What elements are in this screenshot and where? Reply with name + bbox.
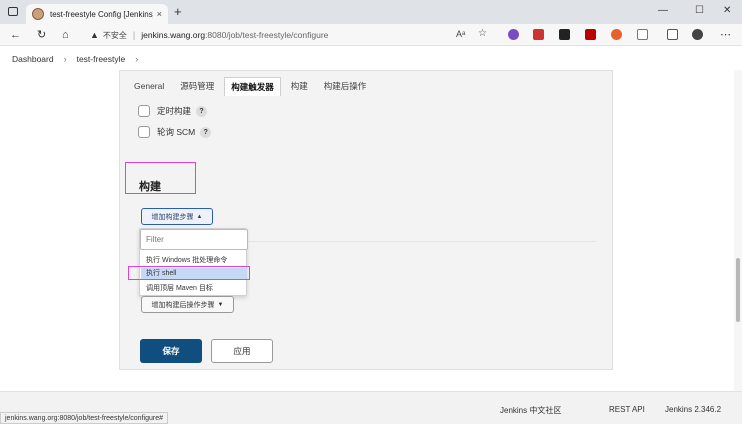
read-aloud-icon[interactable]: Aᵃ — [456, 29, 465, 39]
footer-rest-api-link[interactable]: REST API — [609, 405, 645, 414]
cron-checkbox[interactable] — [138, 105, 150, 117]
insecure-label: 不安全 — [102, 30, 127, 40]
cron-label: 定时构建 — [157, 106, 192, 116]
warning-icon[interactable]: ▲ — [90, 30, 99, 40]
option-windows-batch[interactable]: 执行 Windows 批处理命令 — [146, 255, 227, 265]
help-icon[interactable]: ? — [200, 126, 212, 138]
more-menu-icon[interactable]: ⋯ — [720, 28, 731, 42]
url-separator: | — [132, 30, 136, 40]
profile-avatar[interactable] — [692, 29, 703, 40]
caret-up-icon: ▲ — [196, 213, 203, 220]
tab-build[interactable]: 构建 — [285, 77, 314, 95]
breadcrumb-separator-icon: › — [63, 54, 67, 64]
tab-close-icon[interactable]: × — [157, 9, 162, 19]
trigger-scm-row: 轮询 SCM ? — [138, 126, 212, 138]
breadcrumb-separator-icon: › — [135, 54, 139, 64]
minimize-icon[interactable]: — — [658, 5, 668, 17]
poll-scm-checkbox[interactable] — [138, 126, 150, 138]
breadcrumb-dashboard[interactable]: Dashboard — [12, 54, 54, 64]
trigger-cron-row: 定时构建 ? — [138, 105, 208, 117]
save-button[interactable]: 保存 — [140, 339, 202, 363]
address-bar: ← ↻ ⌂ ▲ 不安全 | jenkins.wang.org:8080/job/… — [0, 24, 742, 46]
shield-ext-icon[interactable] — [508, 29, 519, 40]
grammarly-ext-icon[interactable] — [611, 29, 622, 40]
close-window-icon[interactable]: ✕ — [723, 5, 731, 17]
build-step-dropdown: 执行 Windows 批处理命令 执行 shell 调用顶层 Maven 目标 — [139, 228, 248, 296]
footer-community-link[interactable]: Jenkins 中文社区 — [500, 405, 561, 416]
scrollbar-thumb[interactable] — [736, 258, 740, 322]
page-body: General 源码管理 构建触发器 构建 构建后操作 — [0, 70, 742, 390]
add-build-step-button[interactable]: 增加构建步骤 ▲ — [141, 208, 213, 225]
tab-post-build[interactable]: 构建后操作 — [318, 77, 373, 95]
caret-down-icon: ▼ — [217, 301, 224, 308]
jenkins-favicon-icon — [32, 8, 44, 20]
config-tabs: General 源码管理 构建触发器 构建 构建后操作 — [120, 75, 612, 97]
breadcrumb: Dashboard › test-freestyle › — [0, 48, 742, 70]
highlight-box-execute-shell — [128, 266, 250, 280]
option-maven-target[interactable]: 调用顶层 Maven 目标 — [146, 283, 213, 293]
browser-tab-bar: test-freestyle Config [Jenkins] × + — ☐ … — [0, 0, 742, 24]
dark-ext-icon[interactable] — [559, 29, 570, 40]
scrollbar-track[interactable] — [734, 70, 742, 391]
add-build-step-label: 增加构建步骤 — [151, 213, 194, 221]
help-icon[interactable]: ? — [196, 105, 208, 117]
brackets-ext-icon[interactable] — [637, 29, 648, 40]
tab-build-triggers[interactable]: 构建触发器 — [224, 76, 281, 96]
reload-icon[interactable]: ↻ — [37, 28, 46, 42]
apply-button[interactable]: 应用 — [211, 339, 273, 363]
tab-title: test-freestyle Config [Jenkins] — [50, 9, 153, 19]
home-icon[interactable]: ⌂ — [62, 28, 69, 42]
maximize-icon[interactable]: ☐ — [695, 5, 704, 17]
add-post-build-label: 增加构建后操作步骤 — [151, 301, 215, 309]
url-path: :8080/job/test-freestyle/configure — [205, 30, 329, 40]
ublock-ext-icon[interactable] — [585, 29, 596, 40]
tab-general[interactable]: General — [128, 78, 170, 94]
collections-icon[interactable] — [667, 29, 678, 40]
breadcrumb-job[interactable]: test-freestyle — [77, 54, 126, 64]
badge-ext-icon[interactable] — [533, 29, 544, 40]
filter-input[interactable] — [140, 229, 248, 250]
tab-scm[interactable]: 源码管理 — [174, 77, 220, 95]
build-section-title: 构建 — [139, 181, 161, 193]
new-tab-icon[interactable]: + — [174, 5, 182, 19]
favorite-icon[interactable]: ☆ — [478, 28, 487, 39]
browser-tab[interactable]: test-freestyle Config [Jenkins] × — [26, 4, 168, 24]
divider — [246, 241, 596, 242]
footer-version-link[interactable]: Jenkins 2.346.2 — [665, 405, 721, 414]
url-field[interactable]: ▲ 不安全 | jenkins.wang.org:8080/job/test-f… — [90, 27, 510, 43]
back-icon[interactable]: ← — [10, 28, 21, 42]
add-post-build-step-button[interactable]: 增加构建后操作步骤 ▼ — [141, 296, 234, 313]
poll-scm-label: 轮询 SCM — [157, 127, 196, 137]
tab-actions-icon[interactable] — [8, 7, 18, 16]
url-host: jenkins.wang.org — [141, 30, 206, 40]
status-bar-url: jenkins.wang.org:8080/job/test-freestyle… — [0, 412, 168, 424]
